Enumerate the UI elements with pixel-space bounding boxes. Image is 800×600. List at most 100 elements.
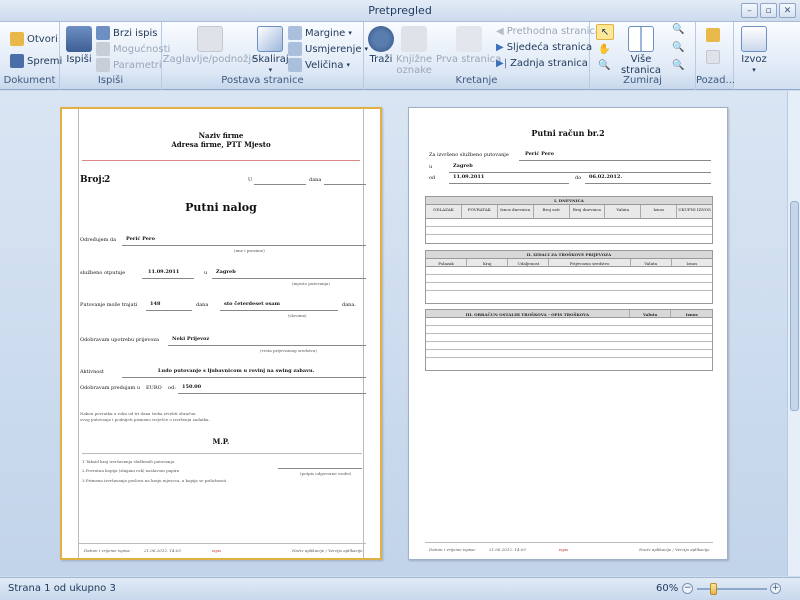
bookmarks-icon xyxy=(401,26,428,52)
zoom-out-button[interactable]: 🔍 xyxy=(672,42,684,53)
page-1[interactable]: Naziv firme Adresa firme, PTT Mjesto Bro… xyxy=(60,107,382,560)
activity-value: Ludo putovanje s ljubavnicom u rovinj na… xyxy=(158,368,315,374)
days-value: 148 xyxy=(150,301,161,307)
destination-city: Zagreb xyxy=(216,269,236,275)
date-from-2: 11.09.2011 xyxy=(453,174,485,180)
table-ostali: III. OBRAČUN OSTALIH TROŠKOVA - OPIS TRO… xyxy=(425,309,713,371)
footer-timestamp-2: 21.06.2012. 14:03 xyxy=(489,547,526,552)
city-caption: (mjesto putovanja) xyxy=(292,281,330,286)
options-icon xyxy=(96,42,110,56)
zoom-in-icon: 🔍 xyxy=(672,24,685,35)
group-label: Kretanje xyxy=(364,75,589,89)
page-counter: Strana 1 od ukupno 3 xyxy=(8,583,116,594)
size-button[interactable]: Veličina ▾ xyxy=(288,58,350,72)
pointer-icon: ↖ xyxy=(600,26,610,38)
zoom-tool-button[interactable]: 🔍 xyxy=(598,60,610,71)
vehicle-value: Neki Prijevoz xyxy=(172,336,210,342)
title-bar: Pretpregled – ▫ ✕ xyxy=(0,0,800,22)
broj-value: 2 xyxy=(104,175,111,185)
group-kretanje: Traži Knjižne oznake Prva stranica ◀ Pre… xyxy=(364,22,601,90)
minimize-button[interactable]: – xyxy=(741,3,758,18)
scale-button[interactable]: Skaliraj ▾ xyxy=(252,26,289,76)
next-page-button[interactable]: ▶ Sljedeća stranica xyxy=(496,42,592,53)
days-unit-2: dana. xyxy=(342,302,356,308)
employee-caption: (ime i prezime) xyxy=(234,248,265,253)
sluzbeno-label: službeno otputuje xyxy=(80,270,126,276)
advance-value: 150.00 xyxy=(182,384,202,390)
group-label: Pozad... xyxy=(696,75,735,89)
odredjujem-label: Određujem da xyxy=(80,237,117,243)
zoom-level: 60% xyxy=(656,583,679,594)
maximize-button[interactable]: ▫ xyxy=(760,3,777,18)
zoom-out-icon: 🔍 xyxy=(672,42,685,53)
group-dokument: Otvori Spremi Dokument xyxy=(0,22,62,90)
attachment-1: 1.Taksid kraj izvršavanja službenih puto… xyxy=(82,459,175,464)
page-2[interactable]: Putni račun br.2 Za izvršeno službeno pu… xyxy=(408,107,728,560)
bookmarks-button[interactable]: Knjižne oznake xyxy=(396,26,432,76)
group-label: Dokument xyxy=(0,75,59,89)
zoom-fit-icon: 🔍 xyxy=(672,60,685,71)
open-button[interactable]: Otvori xyxy=(10,32,58,46)
dana-label: dana xyxy=(309,177,322,183)
zoom-slider-thumb[interactable] xyxy=(710,583,717,595)
document-heading-2: Putni račun br.2 xyxy=(531,128,605,138)
vertical-scrollbar[interactable] xyxy=(787,91,800,576)
hand-icon: ✋ xyxy=(598,44,611,55)
options-button[interactable]: Mogućnosti xyxy=(96,42,170,56)
broj-label: Broj: xyxy=(80,175,105,185)
parameters-icon xyxy=(96,58,110,72)
pointer-tool-button[interactable]: ↖ xyxy=(596,24,614,40)
watermark-button[interactable] xyxy=(706,50,720,64)
margins-button[interactable]: Margine ▾ xyxy=(288,26,352,40)
date-from: 11.09.2011 xyxy=(148,269,180,275)
table-dnevnica: I. DNEVNICA ODLAZAK POVRATAK Iznos dnevn… xyxy=(425,196,713,244)
chevron-down-icon: ▾ xyxy=(752,66,756,74)
od-label-2: od xyxy=(429,175,436,181)
export-icon xyxy=(741,26,767,52)
od-label: od: xyxy=(168,385,176,391)
header-footer-button[interactable]: Zaglavlje/podnožje xyxy=(163,26,257,65)
employee-name: Perić Pero xyxy=(126,236,155,242)
page-size-icon xyxy=(288,58,302,72)
u-label-2: u xyxy=(429,164,433,170)
group-label: Zumiraj xyxy=(590,75,695,89)
footer-date-label-2: Datum i vrijeme ispisa: xyxy=(429,547,476,552)
zoom-fit-button[interactable]: 🔍 xyxy=(672,60,684,71)
hand-tool-button[interactable]: ✋ xyxy=(598,44,610,55)
save-button[interactable]: Spremi xyxy=(10,54,62,68)
search-button[interactable]: Traži xyxy=(368,26,394,65)
firm-name: Naziv firme xyxy=(198,131,244,140)
scrollbar-thumb[interactable] xyxy=(790,201,799,411)
zoom-slider-track[interactable] xyxy=(697,588,767,590)
footer-timestamp: 21.06.2012. 14:03 xyxy=(144,548,181,553)
attachment-2: 2.Povratna kopija (zlagani rok) naslavom… xyxy=(82,468,180,473)
close-button[interactable]: ✕ xyxy=(779,3,796,18)
prev-page-button[interactable]: ◀ Prethodna stranica xyxy=(496,26,601,37)
employee-name-2: Perić Pero xyxy=(525,151,554,157)
document-heading: Putni nalog xyxy=(185,201,257,214)
u2-label: u xyxy=(204,270,208,276)
first-page-button[interactable]: Prva stranica xyxy=(436,26,501,65)
export-button[interactable]: Izvoz ▾ xyxy=(741,26,767,76)
page-color-button[interactable] xyxy=(706,28,720,42)
prijevoz-label: Odobravam upotrebu prijevoza xyxy=(80,337,159,343)
paint-bucket-icon xyxy=(706,28,720,42)
zoom-out-icon[interactable]: − xyxy=(682,583,693,594)
parameters-button[interactable]: Parametri xyxy=(96,58,162,72)
print-button[interactable]: Ispiši xyxy=(66,26,92,65)
binoculars-icon xyxy=(368,26,394,52)
quick-print-button[interactable]: Brzi ispis xyxy=(96,26,158,40)
zoom-in-icon[interactable]: + xyxy=(770,583,781,594)
zoom-in-button[interactable]: 🔍 xyxy=(672,24,684,35)
table-prijevoz: II. IZDACI ZA TROŠKOVE PRIJEVOZA Polazak… xyxy=(425,250,713,304)
vehicle-caption: (vrsta prijevoznog sredstva) xyxy=(260,348,317,353)
last-page-button[interactable]: ▶| Zadnja stranica xyxy=(496,58,588,69)
footer-date-label: Datum i vrijeme ispisa: xyxy=(84,548,131,553)
group-pozadina: Pozad... xyxy=(696,22,735,90)
table-prijevoz-title: II. IZDACI ZA TROŠKOVE PRIJEVOZA xyxy=(426,251,712,259)
group-izvoz: Izvoz ▾ xyxy=(734,22,774,90)
multiple-pages-icon xyxy=(628,26,654,52)
orientation-button[interactable]: Usmjerenje ▾ xyxy=(288,42,368,56)
firm-address: Adresa firme, PTT Mjesto xyxy=(171,140,271,149)
magnifier-icon: 🔍 xyxy=(598,60,611,71)
